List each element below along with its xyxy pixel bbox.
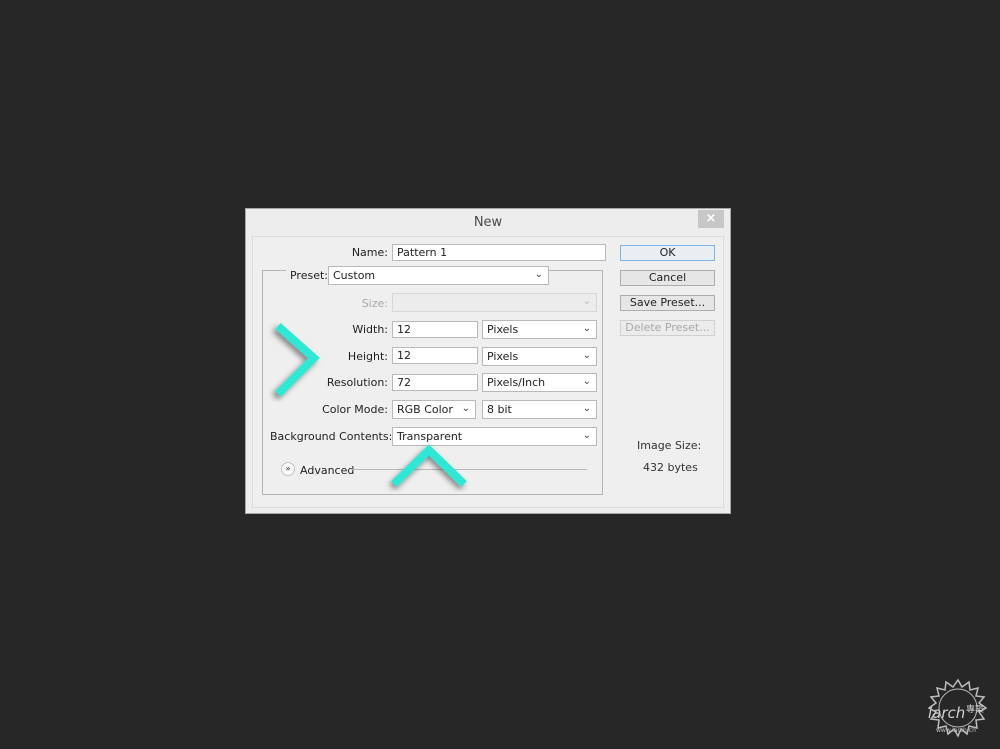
color-mode-label: Color Mode: <box>322 403 388 416</box>
iarch-watermark-logo: iarch 專築 www.iarch.cn <box>927 678 988 738</box>
advanced-toggle[interactable]: Advanced <box>300 464 354 477</box>
preset-select[interactable]: Custom ⌄ <box>328 266 549 285</box>
close-button[interactable]: × <box>698 210 724 228</box>
bit-depth-value: 8 bit <box>487 403 512 416</box>
chevron-down-icon: ⌄ <box>582 376 591 387</box>
width-input[interactable]: 12 <box>392 321 478 338</box>
name-input[interactable]: Pattern 1 <box>392 244 606 261</box>
size-select[interactable]: ⌄ <box>392 293 597 312</box>
up-chevron-annotation-icon <box>391 444 467 487</box>
resolution-unit-value: Pixels/Inch <box>487 376 546 389</box>
chevron-down-icon: ⌄ <box>582 430 591 441</box>
resolution-input[interactable]: 72 <box>392 374 478 391</box>
watermark-brand: iarch <box>928 704 965 722</box>
chevron-down-icon: ⌄ <box>582 403 591 414</box>
color-mode-select[interactable]: RGB Color ⌄ <box>392 400 476 419</box>
chevron-down-icon: ⌄ <box>582 350 591 361</box>
preset-label: Preset: <box>286 269 330 282</box>
chevron-down-icon: ⌄ <box>582 323 591 334</box>
close-icon: × <box>705 211 717 226</box>
height-unit-select[interactable]: Pixels ⌄ <box>482 347 597 366</box>
ok-button[interactable]: OK <box>620 245 715 261</box>
preset-value: Custom <box>333 269 376 282</box>
save-preset-button[interactable]: Save Preset... <box>620 295 715 311</box>
width-unit-value: Pixels <box>487 323 519 336</box>
chevron-down-icon: ⌄ <box>461 403 470 414</box>
chevron-down-icon: ⌄ <box>582 296 591 307</box>
watermark-url: www.iarch.cn <box>936 727 976 734</box>
delete-preset-button[interactable]: Delete Preset... <box>620 320 715 336</box>
watermark-chinese: 專築 <box>966 703 984 715</box>
size-label: Size: <box>361 297 388 310</box>
chevron-down-icon: ⌄ <box>534 269 543 280</box>
resolution-unit-select[interactable]: Pixels/Inch ⌄ <box>482 373 597 392</box>
image-size-label: Image Size: <box>637 439 702 452</box>
right-chevron-annotation-icon <box>275 323 320 397</box>
image-size-value: 432 bytes <box>643 461 698 474</box>
height-unit-value: Pixels <box>487 350 519 363</box>
name-label: Name: <box>351 246 388 259</box>
cancel-button[interactable]: Cancel <box>620 270 715 286</box>
advanced-expand-icon[interactable]: » <box>281 462 295 476</box>
color-mode-value: RGB Color <box>397 403 453 416</box>
background-contents-label: Background Contents: <box>270 430 393 443</box>
height-input[interactable]: 12 <box>392 347 478 364</box>
dialog-title: New <box>473 215 503 230</box>
width-unit-select[interactable]: Pixels ⌄ <box>482 320 597 339</box>
dialog-titlebar[interactable]: New × <box>246 209 730 236</box>
bit-depth-select[interactable]: 8 bit ⌄ <box>482 400 597 419</box>
